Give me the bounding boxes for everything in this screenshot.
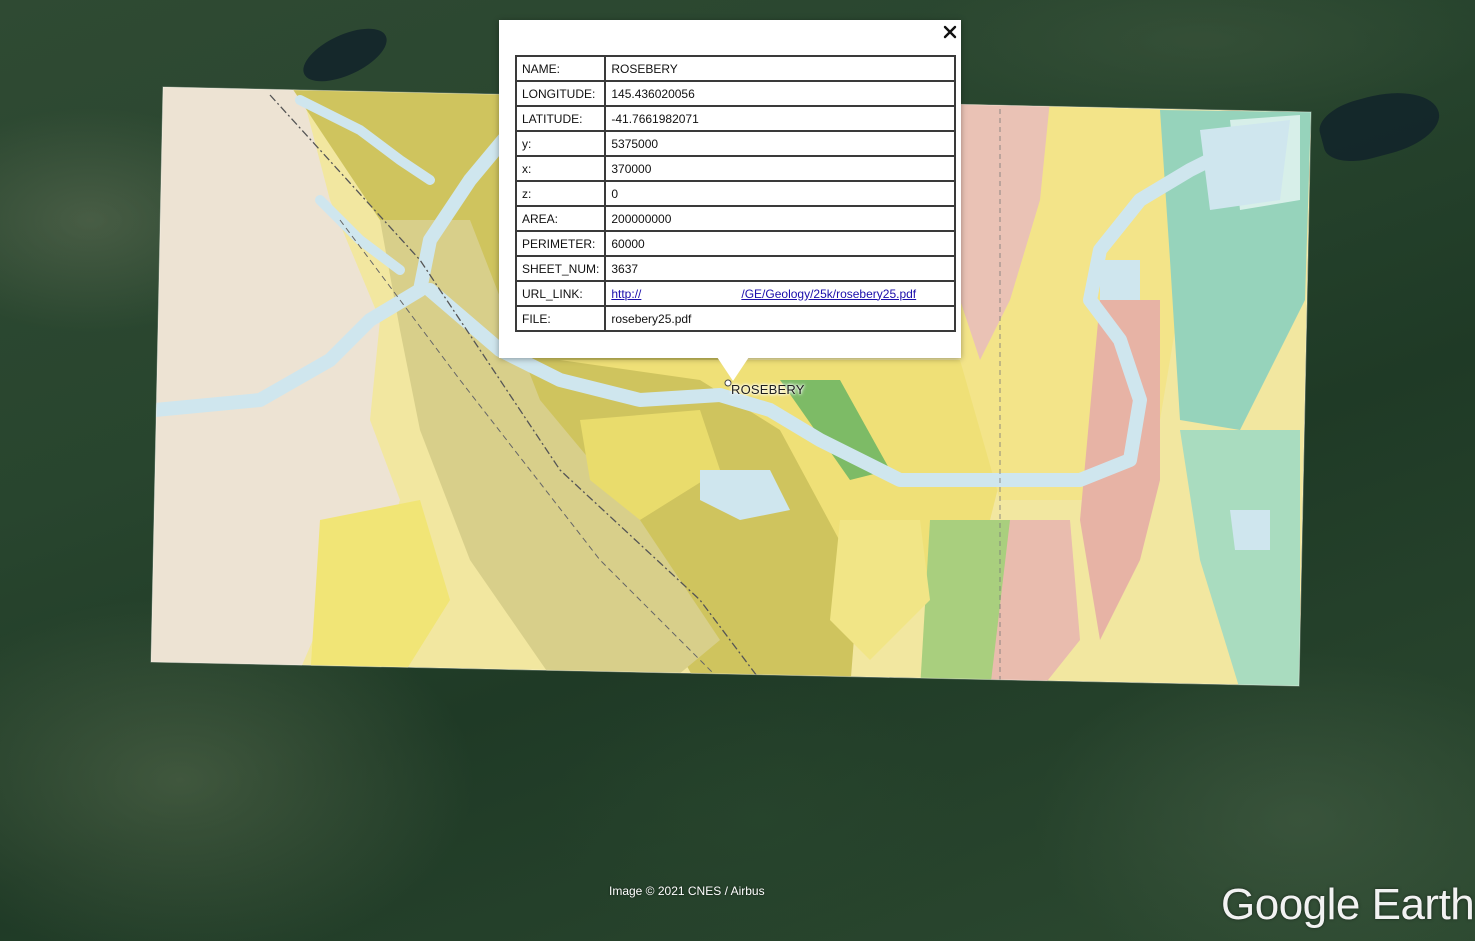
attribute-key: LONGITUDE: — [514, 80, 607, 107]
google-earth-logo: Google Earth — [1221, 880, 1475, 929]
attribute-key: y: — [514, 130, 607, 157]
attribute-key: SHEET_NUM: — [514, 255, 607, 282]
attribute-value: 200000000 — [604, 205, 956, 232]
attribute-value: 5375000 — [604, 130, 956, 157]
attribute-key: NAME: — [514, 55, 607, 82]
attribute-table: NAME: ROSEBERY LONGITUDE: 145.436020056 … — [514, 55, 956, 332]
attribute-key: URL_LINK: — [514, 280, 607, 307]
table-row: z: 0 — [514, 180, 956, 207]
close-icon — [943, 25, 957, 39]
table-row: PERIMETER: 60000 — [514, 230, 956, 257]
table-row: SHEET_NUM: 3637 — [514, 255, 956, 282]
imagery-attribution: Image © 2021 CNES / Airbus — [609, 884, 765, 898]
table-row: LATITUDE: -41.7661982071 — [514, 105, 956, 132]
table-row: x: 370000 — [514, 155, 956, 182]
attribute-key: FILE: — [514, 305, 607, 332]
table-row: URL_LINK: http:///GE/Geology/25k/roseber… — [514, 280, 956, 307]
attribute-key: AREA: — [514, 205, 607, 232]
table-row: y: 5375000 — [514, 130, 956, 157]
attribute-value: rosebery25.pdf — [604, 305, 956, 332]
close-button[interactable] — [940, 22, 960, 42]
url-link[interactable]: http:///GE/Geology/25k/rosebery25.pdf — [611, 287, 916, 301]
attribute-value: ROSEBERY — [604, 55, 956, 82]
attribute-key: z: — [514, 180, 607, 207]
placemark-label[interactable]: ROSEBERY — [731, 382, 805, 397]
balloon-pointer — [717, 357, 749, 381]
attribute-key: x: — [514, 155, 607, 182]
attribute-value: 0 — [604, 180, 956, 207]
attribute-value: http:///GE/Geology/25k/rosebery25.pdf — [604, 280, 956, 307]
attribute-value: -41.7661982071 — [604, 105, 956, 132]
attribute-value: 3637 — [604, 255, 956, 282]
attribute-value: 145.436020056 — [604, 80, 956, 107]
attribute-value: 60000 — [604, 230, 956, 257]
table-row: FILE: rosebery25.pdf — [514, 305, 956, 332]
attribute-value: 370000 — [604, 155, 956, 182]
table-row: AREA: 200000000 — [514, 205, 956, 232]
table-row: LONGITUDE: 145.436020056 — [514, 80, 956, 107]
attribute-key: LATITUDE: — [514, 105, 607, 132]
table-row: NAME: ROSEBERY — [514, 55, 956, 82]
attribute-key: PERIMETER: — [514, 230, 607, 257]
